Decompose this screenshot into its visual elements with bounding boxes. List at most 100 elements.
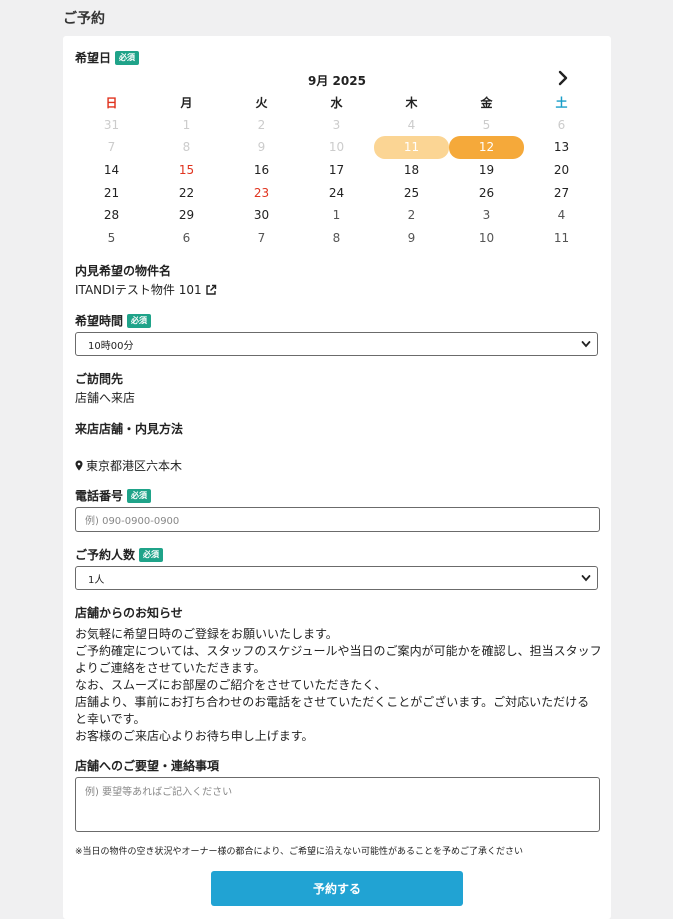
store-address: 東京都港区六本木 bbox=[75, 457, 182, 474]
calendar-day[interactable]: 23 bbox=[224, 181, 299, 204]
calendar-day: 8 bbox=[149, 136, 224, 159]
chevron-right-icon bbox=[558, 70, 568, 86]
party-size-select[interactable]: 1人 bbox=[75, 566, 598, 590]
weekday-header: 金 bbox=[480, 95, 493, 110]
phone-label: 電話番号 必須 bbox=[75, 487, 152, 504]
chevron-down-icon bbox=[581, 575, 591, 582]
calendar-day[interactable]: 9 bbox=[374, 227, 449, 250]
calendar-day[interactable]: 4 bbox=[524, 204, 599, 227]
requests-label: 店舗へのご要望・連絡事項 bbox=[75, 759, 220, 773]
calendar-day[interactable]: 6 bbox=[149, 227, 224, 250]
calendar-day[interactable]: 20 bbox=[524, 159, 599, 182]
calendar-day[interactable]: 2 bbox=[374, 204, 449, 227]
weekday-header: 木 bbox=[405, 95, 418, 110]
calendar-day-number: 7 bbox=[257, 230, 266, 245]
calendar-day-number: 31 bbox=[103, 117, 120, 132]
calendar-day[interactable]: 15 bbox=[149, 159, 224, 182]
store-label: 来店店舗・内見方法 bbox=[75, 422, 184, 436]
calendar-day-number: 24 bbox=[328, 185, 345, 200]
calendar-day-number: 28 bbox=[103, 208, 120, 223]
party-size-label: ご予約人数 必須 bbox=[75, 546, 164, 563]
calendar-day[interactable]: 1 bbox=[299, 204, 374, 227]
calendar-day[interactable]: 21 bbox=[74, 181, 149, 204]
calendar-day: 9 bbox=[224, 136, 299, 159]
notice-line: 店舗より、事前にお打ち合わせのお電話をさせていただくことがございます。ご対応いた… bbox=[75, 695, 590, 709]
calendar-day[interactable]: 7 bbox=[224, 227, 299, 250]
calendar-day[interactable]: 11 bbox=[374, 136, 449, 159]
calendar-day[interactable]: 14 bbox=[74, 159, 149, 182]
calendar-day-number: 7 bbox=[107, 140, 116, 155]
calendar-day[interactable]: 29 bbox=[149, 204, 224, 227]
calendar-day[interactable]: 26 bbox=[449, 181, 524, 204]
map-pin-icon bbox=[75, 460, 83, 471]
notice-line: よりご連絡をさせていただきます。 bbox=[75, 661, 266, 675]
calendar-day: 4 bbox=[374, 114, 449, 137]
calendar-day-number: 25 bbox=[403, 185, 420, 200]
calendar-day[interactable]: 10 bbox=[449, 227, 524, 250]
notice-line: お客様のご来店心よりお待ち申し上げます。 bbox=[75, 729, 314, 743]
property-name: ITANDIテスト物件 101 bbox=[75, 281, 217, 298]
page-title: ご予約 bbox=[63, 11, 105, 27]
calendar-day[interactable]: 19 bbox=[449, 159, 524, 182]
desired-time-select[interactable]: 10時00分 bbox=[75, 332, 598, 356]
calendar-day-number: 19 bbox=[478, 163, 495, 178]
calendar-day: 6 bbox=[524, 114, 599, 137]
calendar-day-number: 1 bbox=[332, 208, 341, 223]
calendar-day[interactable]: 3 bbox=[449, 204, 524, 227]
property-label: 内見希望の物件名 bbox=[75, 264, 172, 278]
calendar-day-number: 22 bbox=[178, 185, 195, 200]
calendar-day-number: 27 bbox=[553, 185, 570, 200]
external-link-icon[interactable] bbox=[205, 284, 217, 296]
calendar-day[interactable]: 28 bbox=[74, 204, 149, 227]
calendar-day-number: 15 bbox=[178, 163, 195, 178]
calendar-day-number: 4 bbox=[557, 208, 566, 223]
weekday-header: 水 bbox=[330, 95, 343, 110]
calendar-day: 1 bbox=[149, 114, 224, 137]
requests-textarea[interactable]: 例) 要望等あればご記入ください bbox=[75, 777, 600, 832]
calendar-day-number: 14 bbox=[103, 163, 120, 178]
weekday-header: 火 bbox=[255, 95, 268, 110]
calendar-day-number: 13 bbox=[553, 140, 570, 155]
required-badge: 必須 bbox=[127, 313, 152, 328]
desired-time-value: 10時00分 bbox=[88, 340, 134, 352]
calendar-day[interactable]: 11 bbox=[524, 227, 599, 250]
calendar-day[interactable]: 25 bbox=[374, 181, 449, 204]
submit-reservation-button[interactable]: 予約する bbox=[211, 871, 463, 906]
calendar-day-number: 10 bbox=[328, 140, 345, 155]
calendar-day[interactable]: 27 bbox=[524, 181, 599, 204]
calendar-day[interactable]: 30 bbox=[224, 204, 299, 227]
property-name-text: ITANDIテスト物件 101 bbox=[75, 283, 202, 297]
calendar-day-number: 2 bbox=[407, 208, 416, 223]
calendar-grid: 日月火水木金土 31 1 2 3 4 5 6 7 8 9 10 11 12 13 14 15 16 17 18 19 20… bbox=[74, 91, 599, 249]
calendar-day[interactable]: 24 bbox=[299, 181, 374, 204]
store-address-text: 東京都港区六本木 bbox=[86, 459, 183, 473]
calendar-day[interactable]: 16 bbox=[224, 159, 299, 182]
calendar-day[interactable]: 8 bbox=[299, 227, 374, 250]
calendar-day[interactable]: 22 bbox=[149, 181, 224, 204]
calendar-day-number: 6 bbox=[557, 117, 566, 132]
store-notice-text: お気軽に希望日時のご登録をお願いいたします。 ご予約確定については、スタッフのスケ… bbox=[75, 626, 603, 745]
desired-date-label-text: 希望日 bbox=[75, 51, 112, 65]
calendar-day: 7 bbox=[74, 136, 149, 159]
party-size-value: 1人 bbox=[88, 574, 105, 586]
calendar-day-number: 9 bbox=[407, 230, 416, 245]
calendar-day-number: 8 bbox=[332, 230, 341, 245]
calendar-day[interactable]: 13 bbox=[524, 136, 599, 159]
desired-date-label: 希望日 必須 bbox=[75, 49, 140, 66]
calendar-day[interactable]: 18 bbox=[374, 159, 449, 182]
calendar-day[interactable]: 17 bbox=[299, 159, 374, 182]
calendar-day[interactable]: 5 bbox=[74, 227, 149, 250]
calendar-day[interactable]: 12 bbox=[449, 136, 524, 159]
next-month-button[interactable] bbox=[555, 70, 571, 86]
phone-input[interactable]: 例) 090-0900-0900 bbox=[75, 507, 600, 532]
calendar-day-number: 21 bbox=[103, 185, 120, 200]
calendar-month-label: 9月 2025 bbox=[308, 74, 366, 88]
calendar-day: 2 bbox=[224, 114, 299, 137]
notice-line: お気軽に希望日時のご登録をお願いいたします。 bbox=[75, 627, 338, 641]
calendar-day-number: 20 bbox=[553, 163, 570, 178]
calendar-day-number: 5 bbox=[107, 230, 116, 245]
required-badge: 必須 bbox=[127, 488, 152, 503]
visit-destination-value: 店舗へ来店 bbox=[75, 391, 136, 405]
weekday-header: 土 bbox=[555, 95, 568, 110]
calendar-day-number: 4 bbox=[407, 117, 416, 132]
